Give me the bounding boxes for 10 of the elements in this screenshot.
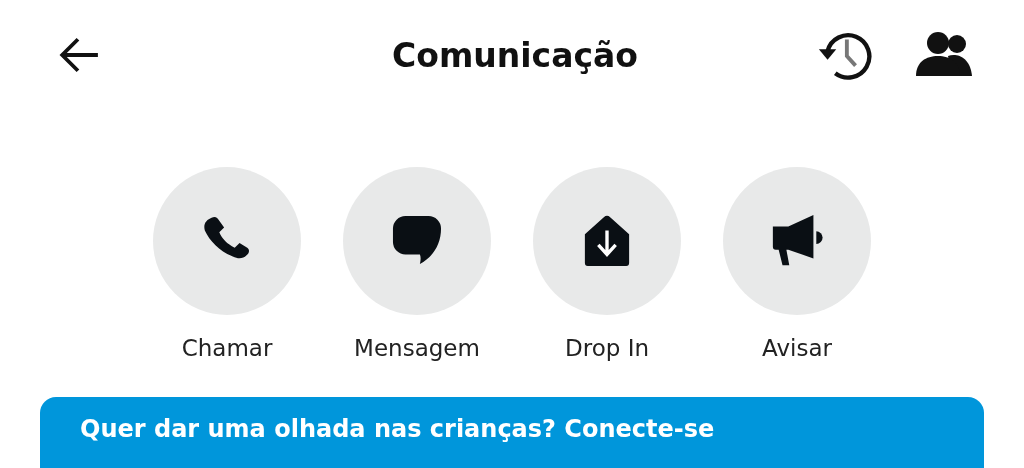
- house-down-arrow-icon: [582, 215, 632, 267]
- action-label: Chamar: [181, 335, 273, 361]
- action-label: Avisar: [762, 335, 832, 361]
- contacts-icon[interactable]: [916, 32, 972, 78]
- banner-text: Quer dar uma olhada nas crianças? Conecte-se: [80, 415, 715, 443]
- page-title: Comunicação: [392, 35, 638, 75]
- action-label: Mensagem: [354, 335, 480, 361]
- action-label: Drop In: [565, 335, 649, 361]
- promo-banner[interactable]: Quer dar uma olhada nas crianças? Conecte-se: [40, 397, 984, 468]
- back-arrow-icon[interactable]: [58, 37, 100, 73]
